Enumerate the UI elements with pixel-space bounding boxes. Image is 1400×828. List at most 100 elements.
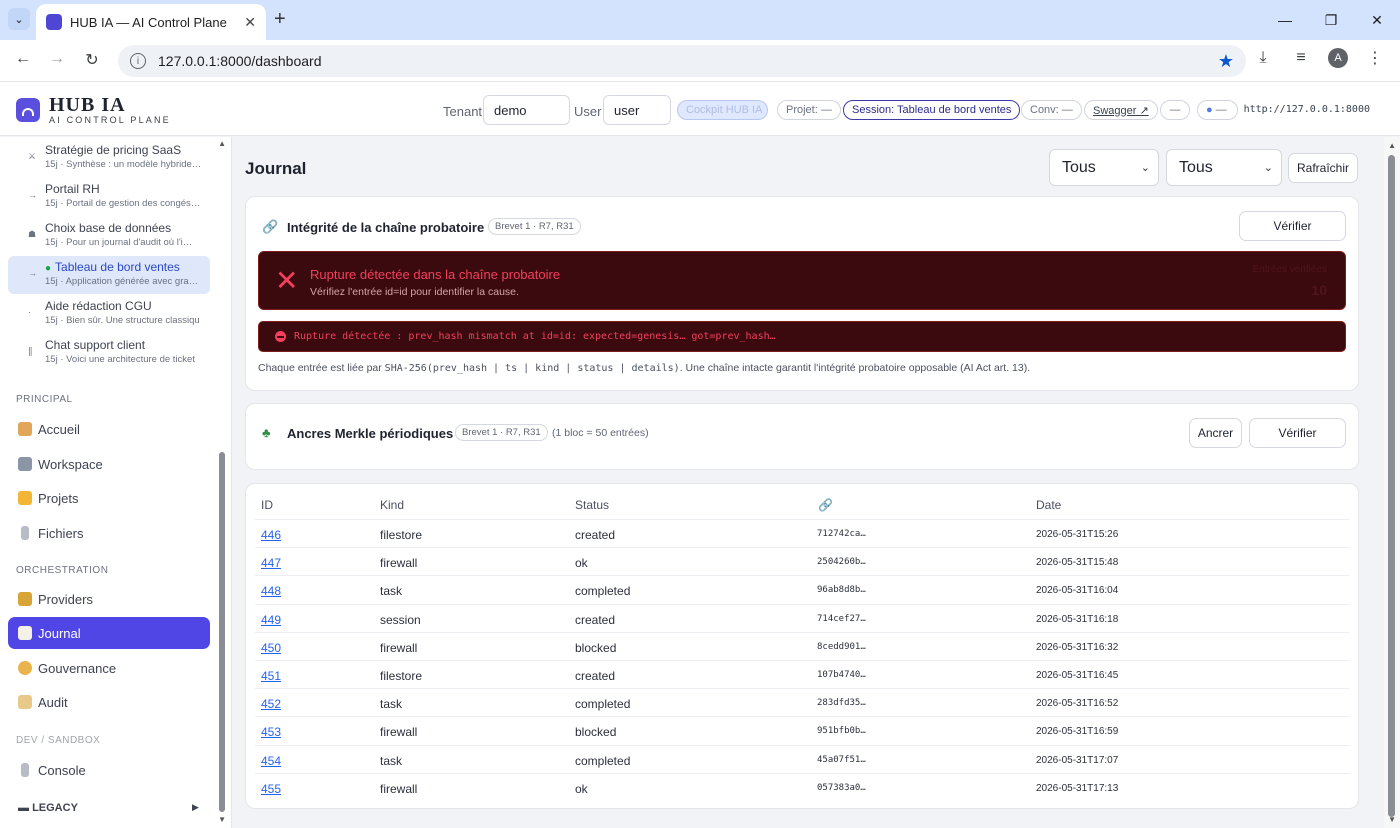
table-row: 453 firewall blocked 951bfb0b… 2026-05-31T16… <box>255 716 1350 744</box>
kind-filter-value: Tous <box>1062 158 1096 176</box>
alert-title: Rupture détectée dans la chaîne probatoi… <box>310 267 561 282</box>
entry-id-link[interactable]: 452 <box>261 697 281 711</box>
verify-merkle-button[interactable]: Vérifier <box>1249 418 1346 448</box>
entry-id-link[interactable]: 454 <box>261 754 281 768</box>
minimize-icon[interactable]: — <box>1262 12 1308 28</box>
scroll-up-icon[interactable]: ▲ <box>218 139 226 148</box>
legacy-expand-icon[interactable]: ▶ <box>192 802 199 813</box>
conversation-item[interactable]: ∥ Chat support client 15j · Voici une arch… <box>8 334 210 372</box>
nav-label: Audit <box>38 694 68 710</box>
entry-id-link[interactable]: 455 <box>261 782 281 796</box>
address-url[interactable]: 127.0.0.1:8000/dashboard <box>158 53 1218 69</box>
conversation-item[interactable]: → ● Tableau de bord ventes 15j · Applicatio… <box>8 256 210 294</box>
anchor-button[interactable]: Ancrer <box>1189 418 1242 448</box>
kind-filter-select[interactable]: Tous ⌄ <box>1049 149 1159 186</box>
nav-label: Accueil <box>38 421 80 437</box>
chain-break-alert: ✕ Rupture détectée dans la chaîne probat… <box>258 251 1346 310</box>
entry-kind: task <box>380 753 403 768</box>
new-tab-button[interactable]: + <box>274 9 286 29</box>
media-control-icon[interactable]: ≡ <box>1290 49 1312 67</box>
address-bar[interactable]: i 127.0.0.1:8000/dashboard ★ <box>118 45 1246 77</box>
nav-workspace[interactable]: Workspace <box>8 448 210 480</box>
menu-kebab-icon[interactable]: ⋮ <box>1364 48 1386 68</box>
conversation-item[interactable]: → Portail RH 15j · Portail de gestion des … <box>8 178 210 216</box>
nav-providers[interactable]: Providers <box>8 583 210 615</box>
entry-status: ok <box>575 556 588 571</box>
entry-kind: firewall <box>380 556 418 571</box>
status-pill-text: — <box>1215 104 1227 116</box>
note-suffix: . Une chaîne intacte garantit l'intégrit… <box>679 362 1031 374</box>
scroll-down-icon[interactable]: ▼ <box>1388 815 1396 824</box>
entry-kind: filestore <box>380 528 423 542</box>
nav-fichiers[interactable]: Fichiers <box>8 517 210 549</box>
entry-hash: 714cef27… <box>817 613 866 624</box>
user-input[interactable]: user <box>603 95 671 125</box>
nav-projets[interactable]: Projets <box>8 482 210 514</box>
main-scroll-thumb[interactable] <box>1388 155 1395 817</box>
chain-integrity-card: 🔗 Intégrité de la chaîne probatoire Brev… <box>245 196 1359 391</box>
sidebar-scrollbar[interactable]: ▲ ▼ <box>218 137 229 828</box>
entry-status: blocked <box>575 725 617 740</box>
conversation-item[interactable]: ⚔ Stratégie de pricing SaaS 15j · Synthèse… <box>8 139 210 177</box>
entry-id-link[interactable]: 448 <box>261 584 281 598</box>
notepad-icon <box>18 626 32 640</box>
forward-icon[interactable]: → <box>46 50 68 68</box>
status-pill[interactable]: ● — <box>1197 100 1238 120</box>
conversation-item[interactable]: · Aide rédaction CGU 15j · Bien sûr. Une s… <box>8 295 210 333</box>
nav-audit[interactable]: Audit <box>8 686 210 718</box>
window-close-icon[interactable]: ✕ <box>1354 12 1400 29</box>
tab-close-icon[interactable]: ✕ <box>244 14 256 31</box>
entry-status: completed <box>575 753 631 768</box>
restore-icon[interactable]: ❐ <box>1308 12 1354 29</box>
cockpit-button[interactable]: Cockpit HUB IA <box>677 100 768 120</box>
entry-kind: firewall <box>380 640 418 655</box>
nav-label: Gouvernance <box>38 660 117 676</box>
entry-status: ok <box>575 781 588 796</box>
nav-journal[interactable]: Journal <box>8 617 210 649</box>
verify-chain-button[interactable]: Vérifier <box>1239 211 1346 241</box>
dash-pill[interactable]: — <box>1160 100 1190 120</box>
nav-gouvernance[interactable]: Gouvernance <box>8 652 210 684</box>
entry-kind: firewall <box>380 781 418 796</box>
entry-id-link[interactable]: 450 <box>261 641 281 655</box>
tab-search-button[interactable]: ⌄ <box>8 8 30 30</box>
scroll-down-icon[interactable]: ▼ <box>218 815 226 824</box>
key-icon <box>18 592 32 606</box>
status-filter-select[interactable]: Tous ⌄ <box>1166 149 1282 186</box>
swagger-link[interactable]: Swagger ↗ <box>1084 100 1158 120</box>
conv-pill[interactable]: Conv: — <box>1021 100 1082 120</box>
legacy-toggle[interactable]: ▬ LEGACY <box>18 802 78 814</box>
reload-icon[interactable]: ↻ <box>81 50 103 70</box>
entry-date: 2026-05-31T16:52 <box>1036 698 1119 710</box>
tree-icon: ♣ <box>262 425 271 440</box>
window-controls: — ❐ ✕ <box>1262 0 1400 40</box>
building-icon <box>18 457 32 471</box>
bookmark-star-icon[interactable]: ★ <box>1218 51 1234 72</box>
entry-id-link[interactable]: 453 <box>261 725 281 739</box>
entry-hash: 8cedd901… <box>817 641 866 652</box>
entry-hash: 2504260b… <box>817 557 866 568</box>
conversation-title: Aide rédaction CGU <box>45 299 152 313</box>
sidebar-scroll-thumb[interactable] <box>219 452 225 812</box>
main-scrollbar[interactable]: ▲ ▼ <box>1384 137 1400 828</box>
download-icon[interactable]: ⤓ <box>1252 49 1274 67</box>
session-pill[interactable]: Session: Tableau de bord ventes <box>843 100 1021 120</box>
entry-id-link[interactable]: 451 <box>261 669 281 683</box>
table-row: 454 task completed 45a07f51… 2026-05-31T17:0… <box>255 744 1350 773</box>
tenant-input[interactable]: demo <box>483 95 570 125</box>
conversation-title-text: Portail RH <box>45 182 100 196</box>
nav-console[interactable]: Console <box>8 754 210 786</box>
nav-accueil[interactable]: Accueil <box>8 413 210 445</box>
entry-id-link[interactable]: 447 <box>261 556 281 570</box>
entry-id-link[interactable]: 449 <box>261 613 281 627</box>
entry-id-link[interactable]: 446 <box>261 528 281 542</box>
browser-tab[interactable]: HUB IA — AI Control Plane ✕ <box>36 4 266 40</box>
profile-avatar[interactable]: A <box>1328 48 1348 68</box>
back-icon[interactable]: ← <box>12 50 34 68</box>
entry-hash: 712742ca… <box>817 529 866 539</box>
project-pill[interactable]: Projet: — <box>777 100 841 120</box>
conversation-item[interactable]: ☗ Choix base de données 15j · Pour un jour… <box>8 217 210 255</box>
refresh-button[interactable]: Rafraîchir <box>1288 153 1358 183</box>
site-info-icon[interactable]: i <box>130 53 146 69</box>
scroll-up-icon[interactable]: ▲ <box>1388 141 1396 150</box>
